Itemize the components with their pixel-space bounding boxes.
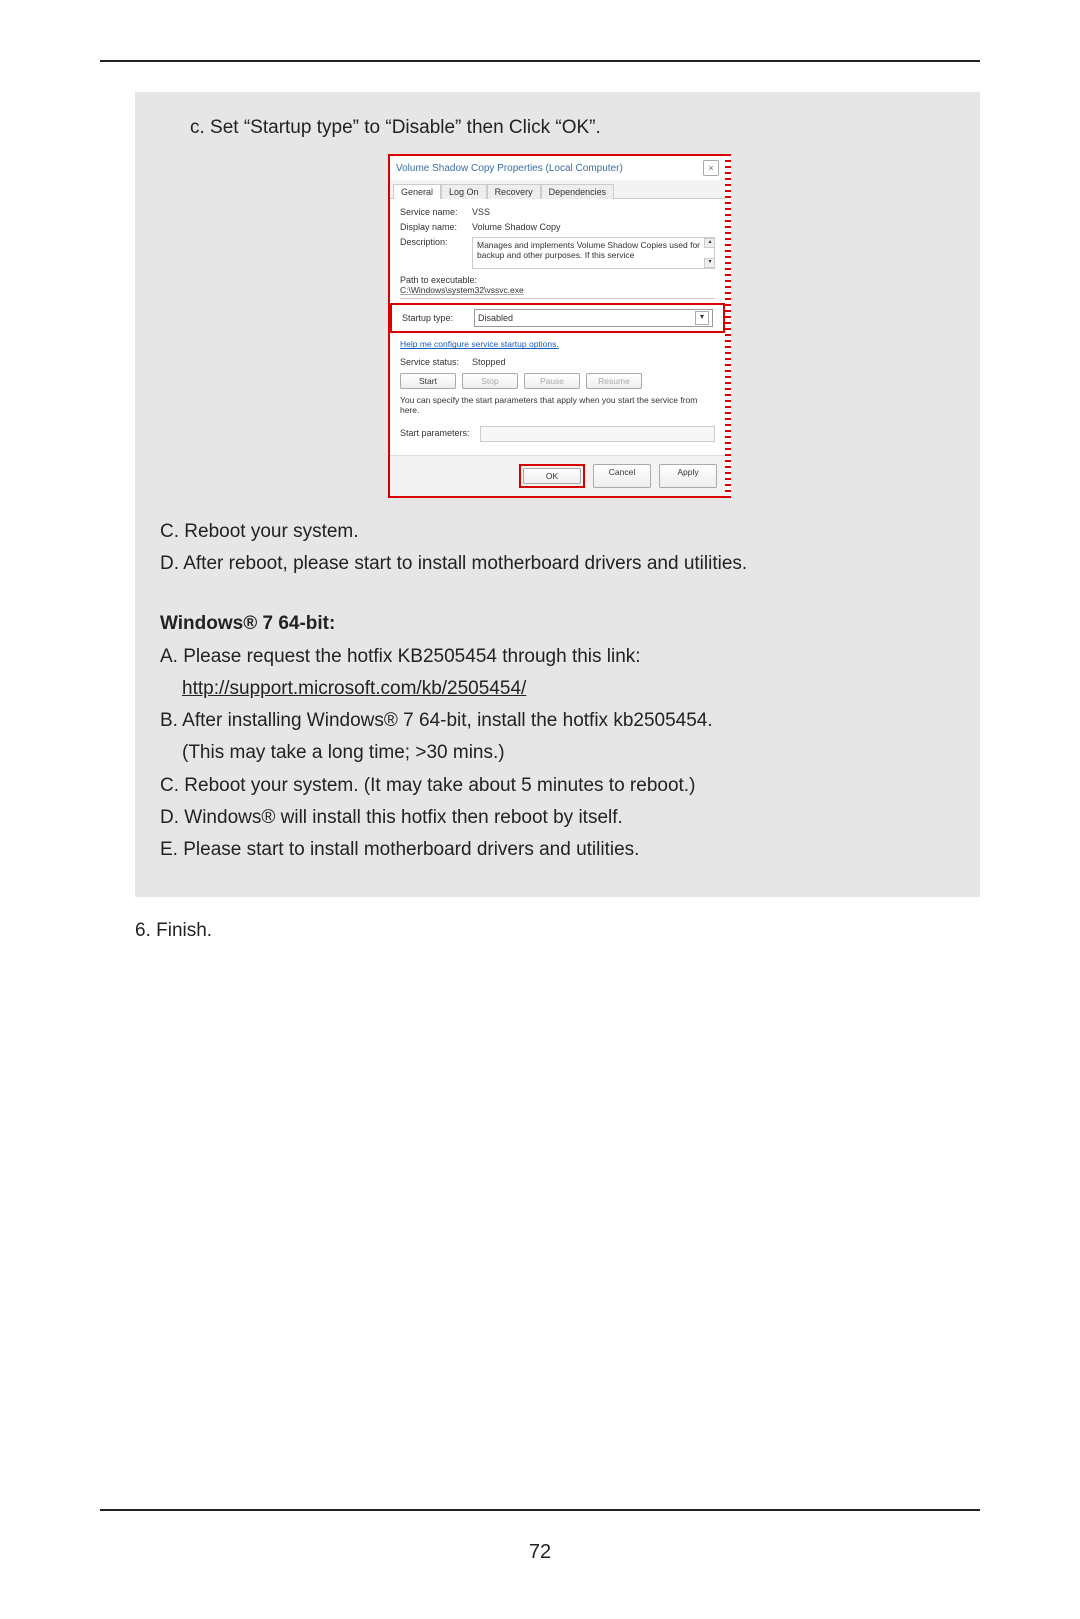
service-status-label: Service status: [400,357,472,367]
resume-button[interactable]: Resume [586,373,642,389]
step-6-finish: 6. Finish. [135,915,980,947]
step-c-text: c. Set “Startup type” to “Disable” then … [160,112,955,144]
apply-button[interactable]: Apply [659,464,717,488]
win7-step-B2: (This may take a long time; >30 mins.) [160,737,955,769]
start-params-note: You can specify the start parameters tha… [400,395,715,415]
service-name-label: Service name: [400,207,472,217]
pause-button[interactable]: Pause [524,373,580,389]
cancel-button[interactable]: Cancel [593,464,651,488]
description-scrollbar[interactable]: ▴▾ [704,238,714,268]
display-name-label: Display name: [400,222,472,232]
win7-step-B1: B. After installing Windows® 7 64-bit, i… [160,705,955,737]
tab-general[interactable]: General [393,184,441,199]
startup-type-highlight: Startup type: Disabled ▾ [390,303,725,333]
start-button[interactable]: Start [400,373,456,389]
service-status-value: Stopped [472,357,715,367]
start-params-label: Start parameters: [400,428,480,438]
display-name-value: Volume Shadow Copy [472,222,715,232]
service-name-value: VSS [472,207,715,217]
tab-logon[interactable]: Log On [441,184,487,199]
win7-64-heading: Windows® 7 64-bit: [160,608,955,640]
ok-button-highlight: OK [519,464,585,488]
help-link[interactable]: Help me configure service startup option… [400,339,715,349]
highlight-hatch [725,154,731,497]
close-icon[interactable]: × [703,160,719,176]
startup-type-label: Startup type: [402,313,474,323]
step-D-after-reboot: D. After reboot, please start to install… [160,548,955,580]
path-value: C:\Windows\system32\vssvc.exe [400,285,715,299]
dialog-tabs: General Log On Recovery Dependencies [390,180,725,199]
bottom-rule [100,1509,980,1511]
win7-step-E: E. Please start to install motherboard d… [160,834,955,866]
instruction-box: c. Set “Startup type” to “Disable” then … [135,92,980,897]
startup-type-value: Disabled [478,313,513,323]
start-params-input[interactable] [480,426,715,442]
win7-step-C: C. Reboot your system. (It may take abou… [160,770,955,802]
tab-dependencies[interactable]: Dependencies [541,184,615,199]
path-label: Path to executable: [400,275,715,285]
ok-button[interactable]: OK [523,468,581,484]
win7-step-A1: A. Please request the hotfix KB2505454 t… [160,641,955,673]
chevron-down-icon: ▾ [695,311,709,325]
stop-button[interactable]: Stop [462,373,518,389]
tab-recovery[interactable]: Recovery [487,184,541,199]
description-value: Manages and implements Volume Shadow Cop… [472,237,715,269]
dialog-title: Volume Shadow Copy Properties (Local Com… [396,163,623,174]
service-properties-dialog: Volume Shadow Copy Properties (Local Com… [388,154,727,497]
top-rule [100,60,980,62]
step-C-reboot: C. Reboot your system. [160,516,955,548]
page-number: 72 [0,1541,1080,1564]
description-label: Description: [400,237,472,247]
hotfix-link[interactable]: http://support.microsoft.com/kb/2505454/ [182,678,526,699]
win7-step-D: D. Windows® will install this hotfix the… [160,802,955,834]
startup-type-select[interactable]: Disabled ▾ [474,309,713,327]
